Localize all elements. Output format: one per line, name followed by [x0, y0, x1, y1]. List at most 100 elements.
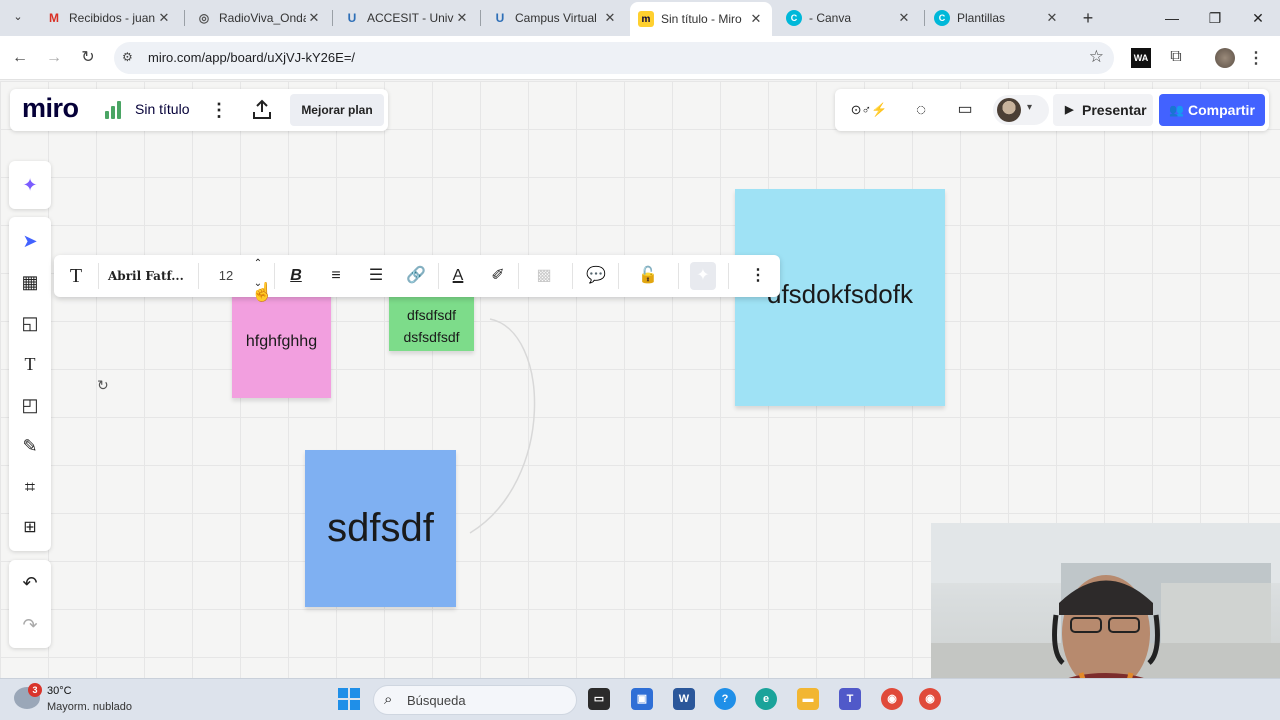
tab-title: RadioViva_Onda	[219, 11, 306, 25]
connector-line[interactable]	[460, 311, 580, 539]
weather-temperature[interactable]: 30°C	[47, 685, 72, 697]
close-tab-icon[interactable]: ✕	[306, 10, 322, 26]
close-tab-icon[interactable]: ✕	[602, 10, 618, 26]
help-icon[interactable]: ?	[714, 688, 736, 710]
font-size-increase-icon[interactable]: ⌃	[250, 257, 266, 271]
new-tab-button[interactable]: +	[1078, 6, 1098, 30]
chrome-icon[interactable]: ◉	[881, 688, 903, 710]
teams-icon[interactable]: T	[839, 688, 861, 710]
tab-canva[interactable]: C - Canva ✕	[778, 4, 920, 32]
export-icon[interactable]	[250, 98, 274, 122]
rotate-handle-icon[interactable]: ↻	[97, 377, 109, 394]
bold-icon[interactable]: B	[284, 264, 308, 288]
activity-bars-icon	[105, 101, 123, 119]
back-icon[interactable]: ←	[8, 46, 32, 70]
tab-plantillas[interactable]: C Plantillas ✕	[926, 4, 1068, 32]
edge-icon[interactable]: e	[755, 688, 777, 710]
sticky-note-cyan[interactable]: dfsdokfsdofk	[735, 189, 945, 406]
ai-sparkle-icon[interactable]: ✦	[690, 262, 716, 290]
board-menu-icon[interactable]: ⋮	[210, 98, 228, 122]
site-settings-icon[interactable]: ⚙	[122, 50, 138, 66]
tab-accesit[interactable]: U ACCESIT - Unive ✕	[336, 4, 478, 32]
text-tool-icon[interactable]: T	[18, 352, 42, 376]
bullet-list-icon[interactable]: ☰	[364, 264, 388, 288]
reload-icon[interactable]: ↻	[76, 46, 100, 70]
lock-icon[interactable]: 🔓	[636, 264, 660, 288]
ai-sparkle-button[interactable]: ✦	[9, 161, 51, 209]
tab-search-chevron-icon[interactable]: ⌄	[8, 7, 28, 27]
miro-icon: m	[638, 11, 654, 27]
sticky-note-icon[interactable]: ◱	[18, 311, 42, 335]
pen-icon[interactable]: ✎	[18, 434, 42, 458]
task-view-icon[interactable]: ▭	[588, 688, 610, 710]
board-header: miro Sin título ⋮ Mejorar plan	[10, 89, 388, 131]
minimize-icon[interactable]: —	[1160, 6, 1184, 30]
chrome-icon[interactable]: ◉	[919, 688, 941, 710]
bookmark-star-icon[interactable]: ☆	[1089, 47, 1104, 67]
windows-taskbar: 3 30°C Mayorm. nublado ⌕ Búsqueda ▭ ▣ W …	[0, 678, 1280, 720]
tab-title: Campus Virtual	[515, 11, 597, 25]
collaboration-bar: ⊙♂⚡ ◌ ▭ ▾ ▶ Presentar 👥 Compartir	[835, 89, 1269, 131]
board-title[interactable]: Sin título	[135, 101, 189, 117]
restore-icon[interactable]: ❐	[1203, 6, 1227, 30]
templates-icon[interactable]: ▦	[18, 270, 42, 294]
close-tab-icon[interactable]: ✕	[1044, 10, 1060, 26]
globe-icon: ◎	[198, 11, 210, 25]
navigation-bar: ← → ↻ ⚙ miro.com/app/board/uXjVJ-kY26E=/…	[0, 36, 1280, 80]
tab-miro[interactable]: m Sin título - Miro ✕	[630, 2, 772, 36]
upgrade-button[interactable]: Mejorar plan	[290, 94, 384, 126]
store-icon[interactable]: ▣	[631, 688, 653, 710]
weather-description[interactable]: Mayorm. nublado	[47, 701, 132, 713]
browser-menu-icon[interactable]: ⋮	[1248, 48, 1264, 68]
comment-icon[interactable]: 💬	[584, 264, 608, 288]
text-format-toolbar: T Abril Fatf... 12 ⌃ ⌄ B ≡ ☰ 🔗 A ✐ ▩ 💬 🔓…	[54, 255, 780, 297]
present-button[interactable]: ▶ Presentar	[1053, 94, 1153, 126]
extensions-puzzle-icon[interactable]: ⧉	[1166, 48, 1186, 68]
wa-extension-icon[interactable]: WA	[1131, 48, 1151, 68]
shapes-icon[interactable]: ◰	[18, 393, 42, 417]
more-tools-icon[interactable]: ⊞	[18, 516, 42, 540]
text-color-icon[interactable]: A	[446, 264, 470, 288]
highlight-pen-icon[interactable]: ✐	[486, 264, 510, 288]
profile-avatar-icon[interactable]	[1215, 48, 1235, 68]
tab-campus-virtual[interactable]: U Campus Virtual ✕	[484, 4, 626, 32]
frame-icon[interactable]: ⌗	[18, 475, 42, 499]
close-tab-icon[interactable]: ✕	[156, 10, 172, 26]
link-icon[interactable]: 🔗	[404, 264, 428, 288]
close-tab-icon[interactable]: ✕	[454, 10, 470, 26]
sticky-text: sdfsdf	[327, 506, 434, 550]
taskbar-search[interactable]: ⌕ Búsqueda	[373, 685, 577, 715]
forward-icon[interactable]: →	[42, 46, 66, 70]
font-family-select[interactable]: Abril Fatf...	[108, 264, 190, 288]
windows-start-icon[interactable]	[338, 688, 360, 710]
font-size-value[interactable]: 12	[210, 264, 242, 288]
tab-gmail[interactable]: M Recibidos - juan ✕	[38, 4, 180, 32]
comments-icon[interactable]: ◌	[909, 98, 933, 122]
play-icon: ▶	[1065, 104, 1074, 116]
more-options-icon[interactable]: ⋮	[746, 264, 770, 288]
close-window-icon[interactable]: ✕	[1246, 6, 1270, 30]
url-text[interactable]: miro.com/app/board/uXjVJ-kY26E=/	[148, 50, 355, 65]
word-icon[interactable]: W	[673, 688, 695, 710]
select-cursor-icon[interactable]: ➤	[18, 229, 42, 253]
sticky-text: dfsdfsdf dsfsdfsdf	[403, 306, 460, 345]
file-explorer-icon[interactable]: ▬	[797, 688, 819, 710]
reactions-icon[interactable]: ⊙♂⚡	[847, 98, 891, 122]
close-tab-icon[interactable]: ✕	[896, 10, 912, 26]
sticky-note-blue[interactable]: sdfsdf	[305, 450, 456, 607]
close-tab-icon[interactable]: ✕	[748, 11, 764, 27]
sticky-note-pink[interactable]: hfghfghhg	[232, 286, 331, 398]
text-style-icon[interactable]: T	[64, 264, 88, 288]
share-button[interactable]: 👥 Compartir	[1159, 94, 1265, 126]
undo-icon[interactable]: ↶	[18, 571, 42, 595]
address-bar[interactable]: ⚙ miro.com/app/board/uXjVJ-kY26E=/ ☆	[114, 42, 1114, 74]
tab-radioviva[interactable]: ◎ RadioViva_Onda ✕	[188, 4, 330, 32]
redo-icon[interactable]: ↷	[18, 613, 42, 637]
collaborators-avatar[interactable]: ▾	[993, 95, 1049, 125]
fill-pattern-icon[interactable]: ▩	[532, 264, 556, 288]
video-call-icon[interactable]: ▭	[953, 98, 977, 122]
search-icon: ⌕	[384, 691, 393, 708]
sticky-text: hfghfghhg	[245, 333, 318, 350]
align-left-icon[interactable]: ≡	[324, 264, 348, 288]
miro-logo[interactable]: miro	[22, 93, 79, 124]
